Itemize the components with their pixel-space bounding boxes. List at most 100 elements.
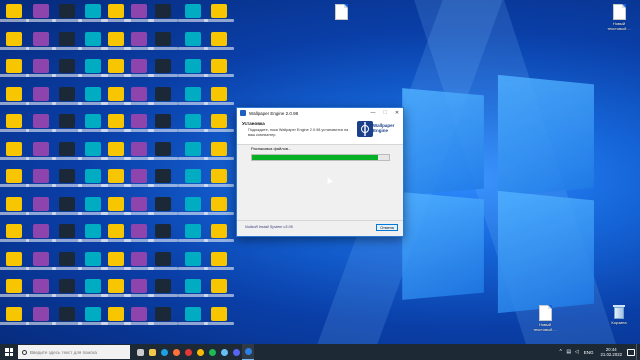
desktop-shortcut-icon[interactable] (26, 59, 56, 77)
taskbar-app-spotify[interactable] (206, 344, 218, 360)
desktop-shortcut-icon[interactable] (178, 224, 208, 242)
network-icon[interactable]: ▤ (565, 344, 573, 360)
desktop-shortcut-icon[interactable] (26, 306, 56, 325)
language-indicator[interactable]: ENG (584, 350, 594, 355)
desktop-shortcut-icon[interactable] (178, 169, 208, 187)
desktop-shortcut-icon[interactable] (148, 279, 178, 297)
desktop-shortcut-icon[interactable] (124, 224, 154, 242)
desktop-shortcut-icon[interactable] (204, 114, 234, 132)
desktop-shortcut-icon[interactable] (148, 169, 178, 187)
desktop-shortcut-icon[interactable] (0, 224, 29, 242)
desktop-shortcut-icon[interactable] (52, 114, 82, 132)
desktop-recycle-bin[interactable]: Корзина (604, 305, 634, 325)
desktop-shortcut-icon[interactable] (52, 251, 82, 270)
desktop-shortcut-icon[interactable] (52, 31, 82, 50)
taskbar-app-installer[interactable] (242, 344, 254, 360)
desktop-shortcut-icon[interactable] (204, 251, 234, 270)
desktop-shortcut-icon[interactable] (0, 141, 29, 160)
taskbar-app-steam[interactable] (218, 344, 230, 360)
desktop-shortcut-icon[interactable] (52, 279, 82, 297)
desktop-shortcut-icon[interactable] (178, 196, 208, 215)
desktop-shortcut-icon[interactable] (124, 279, 154, 297)
taskbar-app-chrome[interactable] (194, 344, 206, 360)
desktop-shortcut-icon[interactable] (124, 141, 154, 160)
close-button[interactable]: ✕ (391, 108, 403, 118)
desktop-shortcut-icon[interactable] (148, 114, 178, 132)
desktop-shortcut-icon[interactable] (26, 86, 56, 105)
desktop-shortcut-icon[interactable] (124, 59, 154, 77)
desktop-shortcut-icon[interactable] (0, 279, 29, 297)
desktop-shortcut-icon[interactable] (178, 114, 208, 132)
desktop-shortcut-icon[interactable] (204, 59, 234, 77)
start-button[interactable] (0, 344, 18, 360)
taskbar-app-firefox[interactable] (170, 344, 182, 360)
desktop-shortcut-icon[interactable] (204, 196, 234, 215)
chevron-up-icon[interactable]: ^ (557, 344, 565, 360)
desktop-shortcut-icon[interactable] (124, 114, 154, 132)
desktop-shortcut-icon[interactable] (178, 59, 208, 77)
desktop-shortcut-icon[interactable] (0, 169, 29, 187)
desktop-shortcut-icon[interactable] (0, 251, 29, 270)
taskbar-app-yandex[interactable] (182, 344, 194, 360)
desktop-shortcut-icon[interactable] (26, 196, 56, 215)
desktop-shortcut-icon[interactable] (0, 306, 29, 325)
desktop-new-text-file[interactable]: Новый текстовый ... (604, 4, 634, 31)
desktop-shortcut-icon[interactable] (0, 86, 29, 105)
desktop-shortcut-icon[interactable] (204, 279, 234, 297)
desktop-shortcut-icon[interactable] (26, 31, 56, 50)
desktop-shortcut-icon[interactable] (148, 251, 178, 270)
desktop-shortcut-icon[interactable] (148, 224, 178, 242)
desktop-shortcut-icon[interactable] (178, 86, 208, 105)
desktop-shortcut-icon[interactable] (178, 31, 208, 50)
desktop-shortcut-icon[interactable] (178, 279, 208, 297)
minimize-button[interactable]: — (367, 108, 379, 118)
desktop-shortcut-icon[interactable] (124, 169, 154, 187)
taskbar-app-edge[interactable] (158, 344, 170, 360)
desktop-shortcut-icon[interactable] (124, 86, 154, 105)
desktop-shortcut-icon[interactable] (124, 196, 154, 215)
desktop-file-icon[interactable] (326, 4, 356, 20)
desktop-shortcut-icon[interactable] (52, 169, 82, 187)
desktop-shortcut-icon[interactable] (52, 196, 82, 215)
desktop-shortcut-icon[interactable] (52, 86, 82, 105)
desktop-shortcut-icon[interactable] (204, 86, 234, 105)
desktop-shortcut-icon[interactable] (178, 141, 208, 160)
desktop-new-text-file[interactable]: Новый текстовый ... (530, 305, 560, 332)
desktop-shortcut-icon[interactable] (148, 306, 178, 325)
desktop-shortcut-icon[interactable] (52, 224, 82, 242)
taskbar-app-discord[interactable] (230, 344, 242, 360)
desktop-shortcut-icon[interactable] (52, 306, 82, 325)
desktop-shortcut-icon[interactable] (0, 196, 29, 215)
desktop-shortcut-icon[interactable] (0, 31, 29, 50)
desktop-shortcut-icon[interactable] (204, 306, 234, 325)
taskbar-app-explorer[interactable] (146, 344, 158, 360)
desktop-shortcut-icon[interactable] (148, 4, 178, 22)
desktop-shortcut-icon[interactable] (26, 169, 56, 187)
desktop-shortcut-icon[interactable] (148, 59, 178, 77)
title-bar[interactable]: Wallpaper Engine 2.0.98 — ☐ ✕ (237, 108, 403, 118)
desktop-shortcut-icon[interactable] (124, 4, 154, 22)
taskbar-search[interactable] (18, 345, 130, 359)
volume-icon[interactable]: ◁ (573, 344, 581, 360)
desktop-shortcut-icon[interactable] (204, 4, 234, 22)
desktop-shortcut-icon[interactable] (26, 251, 56, 270)
desktop-shortcut-icon[interactable] (148, 31, 178, 50)
desktop-shortcut-icon[interactable] (204, 169, 234, 187)
desktop-shortcut-icon[interactable] (26, 4, 56, 22)
desktop-shortcut-icon[interactable] (26, 141, 56, 160)
desktop-shortcut-icon[interactable] (148, 86, 178, 105)
desktop-shortcut-icon[interactable] (0, 59, 29, 77)
desktop-shortcut-icon[interactable] (148, 196, 178, 215)
desktop-shortcut-icon[interactable] (124, 306, 154, 325)
desktop-shortcut-icon[interactable] (0, 114, 29, 132)
desktop-shortcut-icon[interactable] (52, 141, 82, 160)
desktop-shortcut-icon[interactable] (0, 4, 29, 22)
desktop-shortcut-icon[interactable] (204, 31, 234, 50)
show-desktop-button[interactable] (636, 344, 640, 360)
taskbar-app-task-view[interactable] (134, 344, 146, 360)
cancel-button[interactable]: Отмена (376, 224, 398, 231)
clock[interactable]: 20:44 21.02.2022 (600, 347, 622, 357)
search-input[interactable] (30, 349, 126, 355)
maximize-button[interactable]: ☐ (379, 108, 391, 118)
desktop-shortcut-icon[interactable] (178, 306, 208, 325)
